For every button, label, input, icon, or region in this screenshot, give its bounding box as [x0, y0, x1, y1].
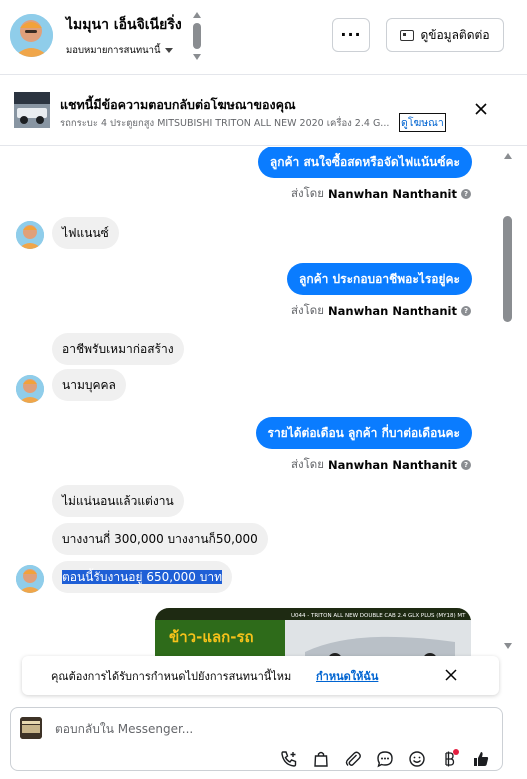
info-icon[interactable]: ?	[461, 189, 471, 199]
selected-text[interactable]: ตอนนี้รับงานอยู่ 650,000 บาท	[62, 570, 223, 584]
incoming-message[interactable]: อาชีพรับเหมาก่อสร้าง	[52, 333, 184, 365]
composer-toolbar	[277, 748, 493, 770]
scroll-up-arrow-icon[interactable]	[193, 12, 201, 18]
caret-down-icon	[164, 48, 173, 53]
notification-dot	[453, 749, 459, 755]
ad-banner-title: แชทนี้มีข้อความตอบกลับต่อโฆษณาของคุณ	[60, 97, 296, 112]
close-banner-icon[interactable]	[473, 101, 489, 117]
assignment-notice-text: คุณต้องการได้รับการกำหนดไปยังการสนทนานี้…	[51, 670, 292, 683]
sent-by-prefix: ส่งโดย	[290, 457, 325, 471]
view-contact-info-label: ดูข้อมูลติดต่อ	[420, 27, 490, 42]
outgoing-message[interactable]: รายได้ต่อเดือน ลูกค้า กี่บาต่อเดือนคะ	[255, 417, 472, 449]
scroll-down-arrow-icon[interactable]	[504, 643, 512, 649]
scroll-thumb[interactable]	[193, 23, 201, 49]
info-icon[interactable]: ?	[461, 306, 471, 316]
assignment-notice: คุณต้องการได้รับการกำหนดไปยังการสนทนานี้…	[22, 656, 499, 695]
thumbs-up-icon[interactable]	[469, 748, 493, 770]
payment-icon[interactable]	[437, 748, 461, 770]
incoming-message[interactable]: นามบุคคล	[52, 369, 126, 401]
shopping-bag-icon[interactable]	[309, 748, 333, 770]
ad-reply-banner: แชทนี้มีข้อความตอบกลับต่อโฆษณาของคุณ รถก…	[0, 76, 527, 146]
outgoing-message[interactable]: ลูกค้า ประกอบอาชีพอะไรอยู่คะ	[286, 263, 472, 295]
assign-to-me-link[interactable]: กำหนดให้ฉัน	[316, 667, 378, 685]
sent-by-agent: Nanwhan Nanthanit	[328, 187, 457, 201]
image-attachment[interactable]: ข้าว-แลก-รถ U044 - TRITON ALL NEW DOUBLE…	[155, 608, 471, 657]
ad-banner-subtitle: รถกระบะ 4 ประตูยกสูง MITSUBISHI TRITON A…	[60, 118, 390, 129]
contact-name[interactable]: ไมมุนา เอ็นจิเนียริ่ง	[66, 14, 182, 36]
sent-by-prefix: ส่งโดย	[290, 186, 325, 200]
incoming-message[interactable]: ไม่แน่นอนแล้วแต่งาน	[52, 485, 184, 517]
contact-avatar-small[interactable]	[16, 375, 44, 403]
reply-input[interactable]	[55, 718, 435, 740]
incoming-message-selected[interactable]: ตอนนี้รับงานอยู่ 650,000 บาท	[52, 561, 233, 593]
sent-by-label: ส่งโดย Nanwhan Nanthanit ?	[291, 456, 471, 474]
sent-by-label: ส่งโดย Nanwhan Nanthanit ?	[291, 302, 471, 320]
view-ad-link[interactable]: ดูโฆษณา	[399, 113, 446, 132]
phone-plus-icon[interactable]	[277, 748, 301, 770]
sent-by-prefix: ส่งโดย	[290, 303, 325, 317]
close-notice-icon[interactable]	[444, 668, 458, 682]
message-list: ลูกค้า สนใจซื้อสดหรือจัดไฟแน้นซ์คะ ส่งโด…	[0, 147, 527, 657]
incoming-message[interactable]: บางงานกี่ 300,000 บางงานก็50,000	[52, 523, 268, 555]
info-icon[interactable]: ?	[461, 460, 471, 470]
contact-avatar-small[interactable]	[16, 221, 44, 249]
conversation-header: ไมมุนา เอ็นจิเนียริ่ง มอบหมายการสนทนานี้…	[0, 0, 527, 75]
image-caption: U044 - TRITON ALL NEW DOUBLE CAB 2.4 GLX…	[291, 613, 466, 619]
reply-composer	[10, 707, 503, 771]
header-scrollbar[interactable]	[192, 12, 202, 60]
more-options-button[interactable]: ···	[332, 18, 370, 52]
assign-conversation-dropdown[interactable]: มอบหมายการสนทนานี้	[66, 43, 173, 58]
contact-avatar[interactable]	[10, 14, 53, 57]
outgoing-message[interactable]: ลูกค้า สนใจซื้อสดหรือจัดไฟแน้นซ์คะ	[257, 147, 472, 178]
sent-by-label: ส่งโดย Nanwhan Nanthanit ?	[291, 185, 471, 203]
scroll-up-arrow-icon[interactable]	[504, 153, 512, 159]
paperclip-icon[interactable]	[341, 748, 365, 770]
messenger-conversation-panel: ไมมุนา เอ็นจิเนียริ่ง มอบหมายการสนทนานี้…	[0, 0, 527, 779]
sent-by-agent: Nanwhan Nanthanit	[328, 304, 457, 318]
scroll-thumb[interactable]	[503, 216, 512, 322]
assign-label: มอบหมายการสนทนานี้	[66, 45, 161, 56]
contact-card-icon	[400, 29, 415, 41]
view-contact-info-button[interactable]: ดูข้อมูลติดต่อ	[386, 18, 504, 52]
emoji-icon[interactable]	[405, 748, 429, 770]
ad-thumbnail[interactable]	[14, 92, 50, 128]
page-avatar	[20, 717, 42, 739]
sent-by-agent: Nanwhan Nanthanit	[328, 458, 457, 472]
promo-text: ข้าว-แลก-รถ	[169, 628, 254, 646]
chat-scrollbar[interactable]	[501, 147, 515, 655]
scroll-down-arrow-icon[interactable]	[193, 54, 201, 60]
incoming-message[interactable]: ไฟแนนซ์	[52, 217, 119, 249]
saved-replies-icon[interactable]	[373, 748, 397, 770]
contact-avatar-small[interactable]	[16, 565, 44, 593]
